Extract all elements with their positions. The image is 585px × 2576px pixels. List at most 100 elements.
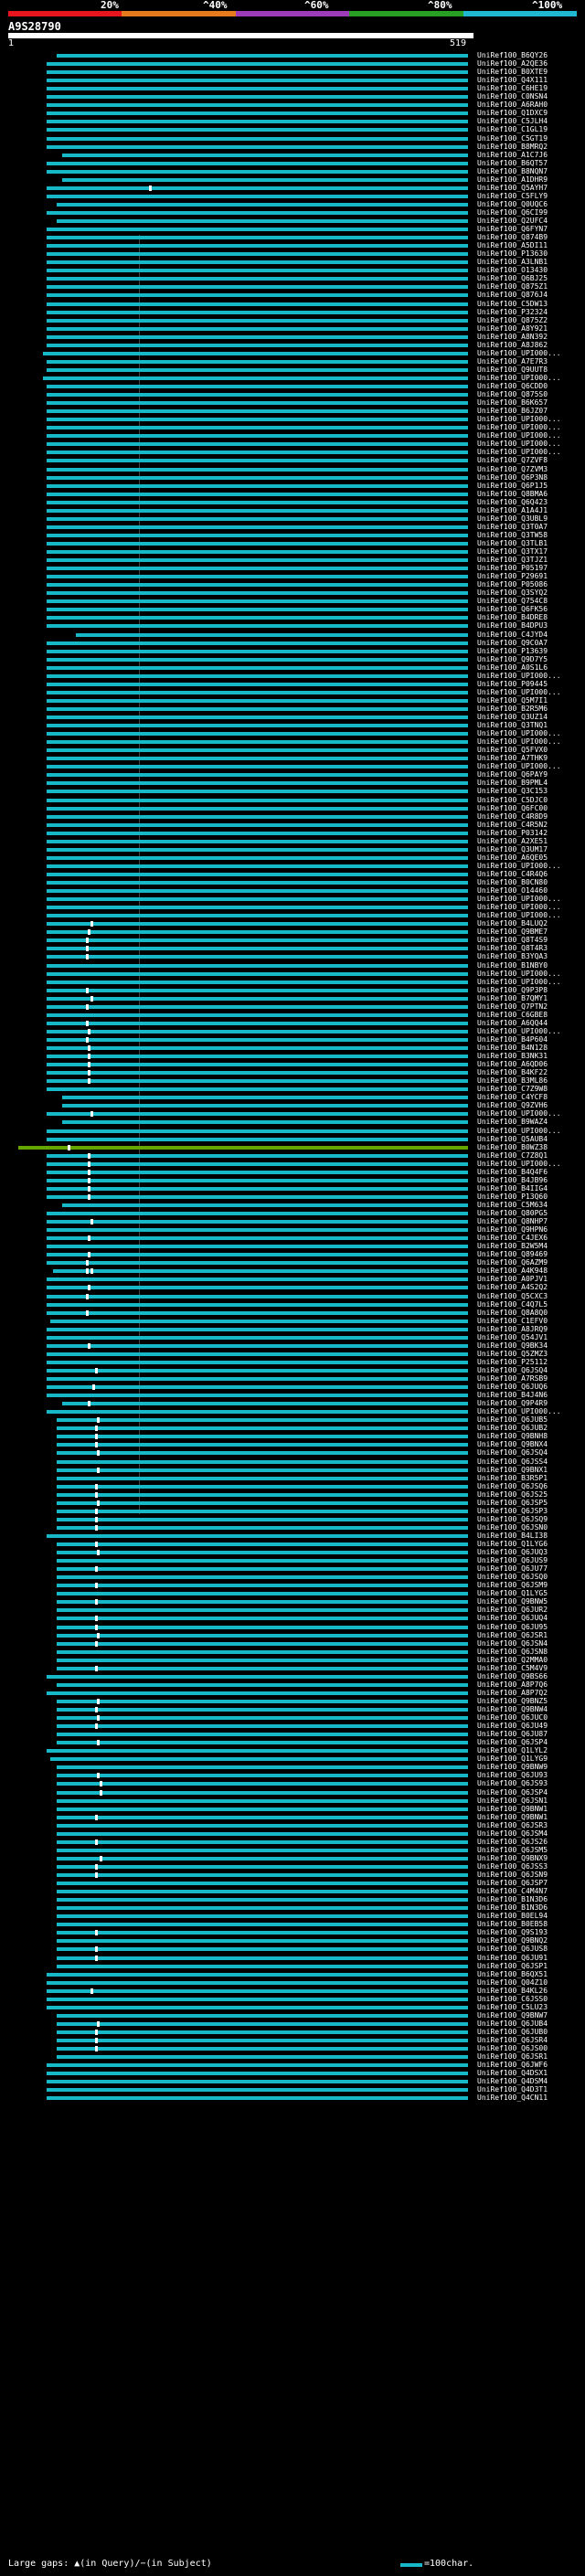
hit-alignment-bar[interactable] <box>46 938 468 943</box>
hit-alignment-bar[interactable] <box>46 1327 468 1331</box>
hit-alignment-bar[interactable] <box>57 1418 468 1423</box>
hit-alignment-bar[interactable] <box>57 1468 468 1472</box>
hit-label[interactable]: UniRef100_Q3TW58 <box>477 531 548 539</box>
hit-row[interactable]: UniRef100_Q9P3P8 <box>0 986 585 994</box>
hit-alignment-bar[interactable] <box>57 1774 468 1778</box>
hit-label[interactable]: UniRef100_B3NK31 <box>477 1053 548 1060</box>
hit-label[interactable]: UniRef100_A1A4J1 <box>477 506 548 514</box>
hit-alignment-bar[interactable] <box>46 1153 468 1158</box>
hit-alignment-bar[interactable] <box>57 1733 468 1737</box>
hit-alignment-bar[interactable] <box>46 1170 468 1174</box>
hit-alignment-bar[interactable] <box>46 914 468 918</box>
hit-alignment-bar[interactable] <box>57 1956 468 1960</box>
hit-row[interactable]: UniRef100_Q9BNW9 <box>0 1764 585 1771</box>
hit-alignment-bar[interactable] <box>46 1972 468 1977</box>
hit-alignment-bar[interactable] <box>46 1674 468 1679</box>
hit-alignment-bar[interactable] <box>46 244 468 249</box>
hit-label[interactable]: UniRef100_Q9ZVH6 <box>477 1102 548 1109</box>
hit-label[interactable]: UniRef100_B0CN80 <box>477 879 548 886</box>
hit-row[interactable]: UniRef100_Q9BNW4 <box>0 1706 585 1713</box>
hit-label[interactable]: UniRef100_Q9BNX9 <box>477 1854 548 1862</box>
hit-row[interactable]: UniRef100_B0EL94 <box>0 1913 585 1920</box>
hit-label[interactable]: UniRef100_B4KF22 <box>477 1069 548 1076</box>
hit-row[interactable]: UniRef100_Q6JSQ9 <box>0 1515 585 1523</box>
hit-label[interactable]: UniRef100_UPI000... <box>477 424 561 431</box>
hit-row[interactable]: UniRef100_C4R8D9 <box>0 812 585 821</box>
hit-alignment-bar[interactable] <box>46 359 468 364</box>
hit-row[interactable]: UniRef100_Q80PG5 <box>0 1210 585 1217</box>
hit-alignment-bar[interactable] <box>46 814 468 819</box>
hit-alignment-bar[interactable] <box>46 1360 468 1364</box>
hit-alignment-bar[interactable] <box>62 1402 468 1406</box>
hit-alignment-bar[interactable] <box>57 1807 468 1811</box>
hit-alignment-bar[interactable] <box>46 136 468 141</box>
hit-row[interactable]: UniRef100_Q6AZM9 <box>0 1259 585 1267</box>
hit-alignment-bar[interactable] <box>57 1741 468 1745</box>
hit-alignment-bar[interactable] <box>57 1509 468 1513</box>
hit-label[interactable]: UniRef100_Q9BNZ5 <box>477 1697 548 1705</box>
hit-label[interactable]: UniRef100_Q3T0A7 <box>477 523 548 531</box>
hit-alignment-bar[interactable] <box>46 128 468 133</box>
hit-alignment-bar[interactable] <box>57 1500 468 1505</box>
hit-label[interactable]: UniRef100_C5GT19 <box>477 134 548 143</box>
hit-label[interactable]: UniRef100_Q8BMA6 <box>477 490 548 498</box>
hit-row[interactable]: UniRef100_B4IIG4 <box>0 1184 585 1193</box>
hit-label[interactable]: UniRef100_A8N392 <box>477 333 548 341</box>
hit-alignment-bar[interactable] <box>46 409 468 414</box>
hit-alignment-bar[interactable] <box>46 525 468 529</box>
hit-alignment-bar[interactable] <box>46 930 468 935</box>
hit-alignment-bar[interactable] <box>46 1228 468 1233</box>
hit-alignment-bar[interactable] <box>46 343 468 347</box>
hit-alignment-bar[interactable] <box>57 2013 468 2018</box>
hit-alignment-bar[interactable] <box>46 682 468 686</box>
hit-row[interactable]: UniRef100_C6JSS0 <box>0 1995 585 2003</box>
hit-alignment-bar[interactable] <box>46 872 468 876</box>
hit-row[interactable]: UniRef100_Q04Z10 <box>0 1978 585 1987</box>
hit-row[interactable]: UniRef100_Q4CN11 <box>0 2094 585 2102</box>
hit-row[interactable]: UniRef100_Q6JSN4 <box>0 1639 585 1648</box>
hit-alignment-bar[interactable] <box>46 111 468 116</box>
hit-row[interactable]: UniRef100_B4DRE8 <box>0 614 585 621</box>
hit-alignment-bar[interactable] <box>57 1798 468 1803</box>
hit-row[interactable]: UniRef100_UPI000... <box>0 730 585 737</box>
hit-label[interactable]: UniRef100_Q9HPN6 <box>477 1226 548 1234</box>
hit-row[interactable]: UniRef100_Q3TNQ1 <box>0 722 585 729</box>
hit-row[interactable]: UniRef100_UPI000... <box>0 688 585 696</box>
hit-row[interactable]: UniRef100_B3R5P1 <box>0 1474 585 1482</box>
hit-alignment-bar[interactable] <box>46 492 468 496</box>
hit-label[interactable]: UniRef100_Q6JSN9 <box>477 1871 548 1879</box>
hit-alignment-bar[interactable] <box>57 1641 468 1646</box>
hit-row[interactable]: UniRef100_B1N3D6 <box>0 1904 585 1912</box>
hit-alignment-bar[interactable] <box>46 1178 468 1182</box>
hit-alignment-bar[interactable] <box>57 1451 468 1456</box>
hit-alignment-bar[interactable] <box>46 260 468 265</box>
hit-row[interactable]: UniRef100_A6RAH0 <box>0 101 585 109</box>
hit-alignment-bar[interactable] <box>57 1724 468 1729</box>
hit-row[interactable]: UniRef100_P09445 <box>0 680 585 688</box>
hit-row[interactable]: UniRef100_UPI000... <box>0 1110 585 1118</box>
hit-row[interactable]: UniRef100_Q6JSP3 <box>0 1507 585 1515</box>
hit-alignment-bar[interactable] <box>46 922 468 927</box>
hit-alignment-bar[interactable] <box>46 1245 468 1249</box>
hit-label[interactable]: UniRef100_A8P7Q2 <box>477 1689 548 1697</box>
hit-alignment-bar[interactable] <box>46 641 468 645</box>
hit-row[interactable]: UniRef100_C4YCF8 <box>0 1094 585 1101</box>
hit-label[interactable]: UniRef100_UPI000... <box>477 440 561 448</box>
hit-row[interactable]: UniRef100_Q6JSS3 <box>0 1862 585 1871</box>
hit-label[interactable]: UniRef100_P29691 <box>477 573 548 580</box>
hit-alignment-bar[interactable] <box>46 459 468 463</box>
hit-alignment-bar[interactable] <box>57 1848 468 1852</box>
hit-alignment-bar[interactable] <box>46 897 468 902</box>
hit-label[interactable]: UniRef100_Q6JU87 <box>477 1731 548 1738</box>
hit-label[interactable]: UniRef100_B3ML86 <box>477 1077 548 1085</box>
hit-label[interactable]: UniRef100_C4R4Q6 <box>477 870 548 878</box>
hit-alignment-bar[interactable] <box>57 1443 468 1447</box>
hit-label[interactable]: UniRef100_P13Q60 <box>477 1193 548 1201</box>
hit-alignment-bar[interactable] <box>46 1335 468 1340</box>
hit-label[interactable]: UniRef100_Q9BME7 <box>477 928 548 936</box>
hit-alignment-bar[interactable] <box>46 483 468 488</box>
hit-alignment-bar[interactable] <box>46 103 468 108</box>
hit-alignment-bar[interactable] <box>46 971 468 976</box>
hit-label[interactable]: UniRef100_Q1LYL2 <box>477 1747 548 1754</box>
hit-alignment-bar[interactable] <box>46 1021 468 1025</box>
